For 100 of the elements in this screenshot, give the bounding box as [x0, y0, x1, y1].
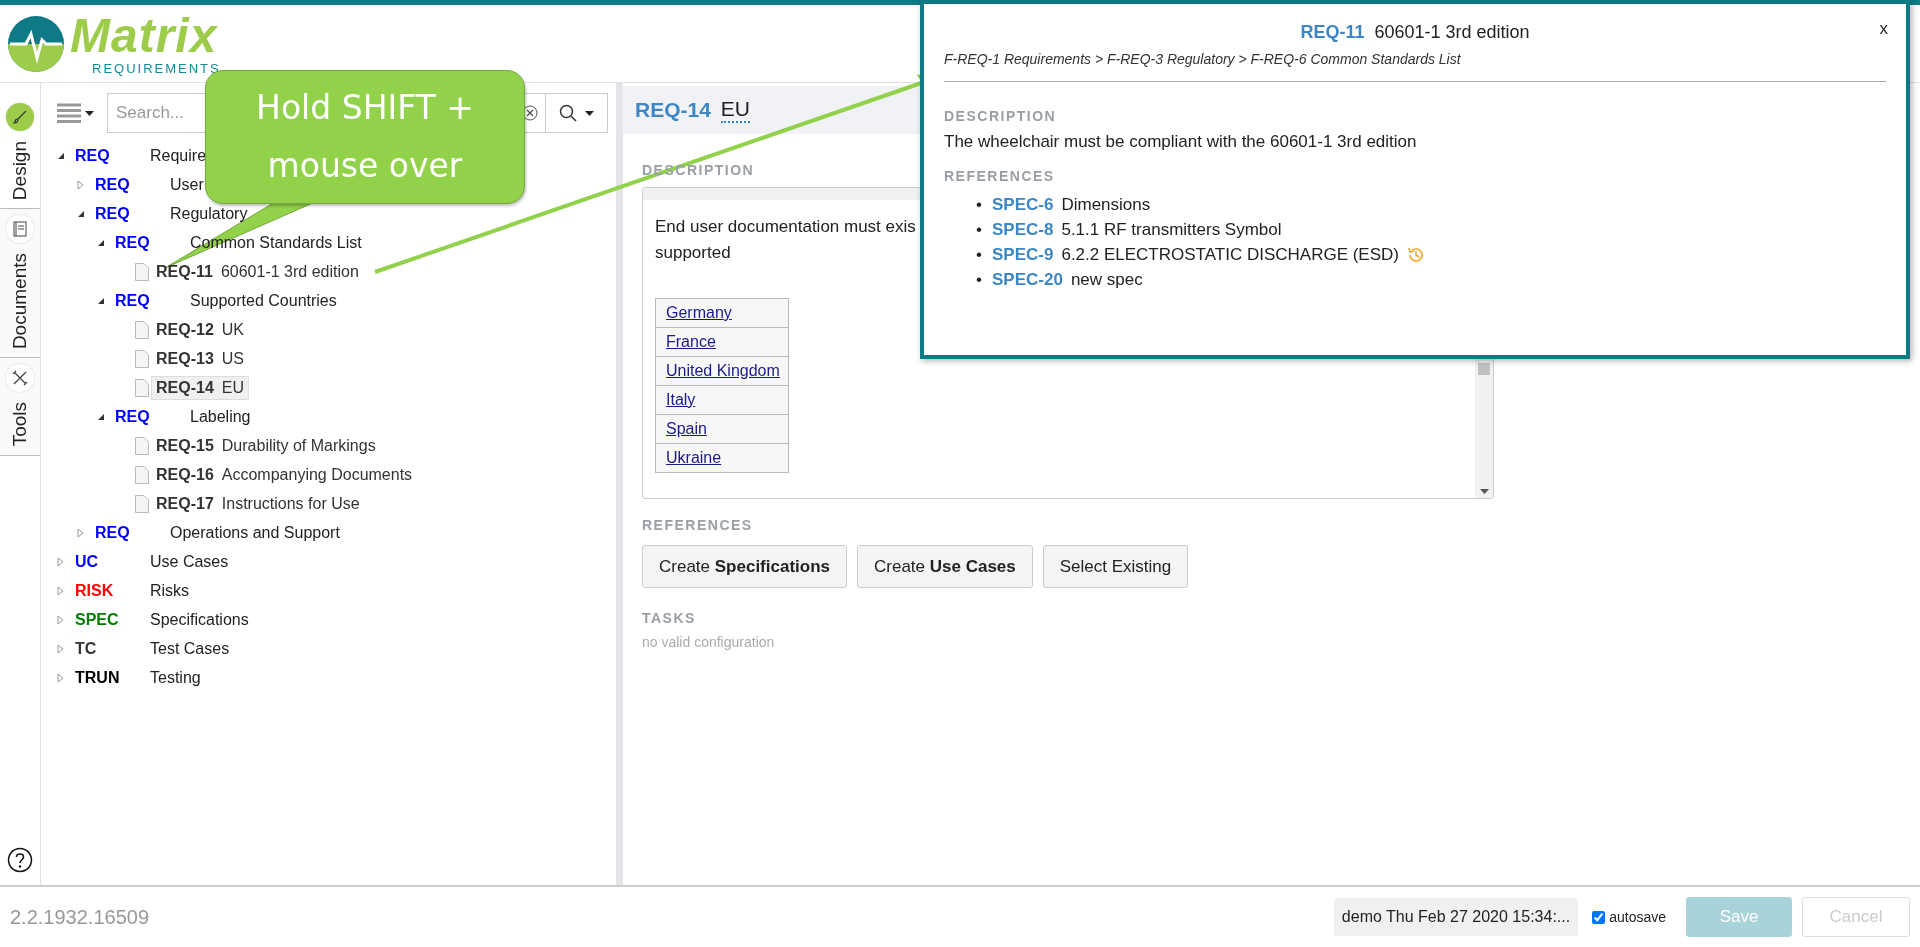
tree-folder-label[interactable]: Operations and Support: [170, 523, 340, 542]
category-code[interactable]: REQ: [95, 175, 157, 194]
bullet: •: [976, 194, 983, 216]
action-button[interactable]: Select Existing: [1042, 545, 1189, 588]
document-icon: [135, 436, 149, 455]
tree-folder-label[interactable]: User: [170, 175, 204, 194]
document-icon: [135, 320, 149, 339]
document-icon: [135, 378, 149, 397]
collapsed-arrow-icon[interactable]: [57, 643, 64, 654]
tree-folder-label[interactable]: Risks: [150, 581, 190, 600]
tree-folder-label[interactable]: Require: [150, 146, 207, 165]
document-icon: [135, 465, 149, 484]
collapsed-arrow-icon[interactable]: [57, 614, 64, 625]
brush-icon: [12, 109, 28, 125]
popup-title: 60601-1 3rd edition: [1374, 22, 1530, 43]
search-icon: [559, 104, 577, 122]
expanded-arrow-icon[interactable]: [57, 151, 65, 160]
bullet: •: [976, 269, 983, 291]
scroll-down-icon[interactable]: [1479, 489, 1489, 494]
tasks-text: no valid configuration: [642, 634, 776, 650]
bullet: •: [976, 219, 983, 241]
tree-folder-label[interactable]: Labeling: [190, 407, 251, 426]
logo-name: Matrix: [70, 12, 219, 60]
tree-item[interactable]: REQ-16 Accompanying Documents: [151, 462, 418, 487]
tree-item[interactable]: REQ-14 EU: [151, 375, 250, 400]
item-id: REQ-14: [635, 98, 711, 122]
tree-folder-label[interactable]: Test Cases: [150, 639, 230, 658]
action-button[interactable]: Create Specifications: [642, 545, 847, 588]
autosave-checkbox[interactable]: [1592, 910, 1606, 924]
category-code[interactable]: TC: [75, 639, 137, 658]
collapsed-arrow-icon[interactable]: [77, 527, 84, 538]
tree-folder-label[interactable]: Specifications: [150, 610, 249, 629]
category-code[interactable]: TRUN: [75, 668, 137, 687]
category-code[interactable]: RISK: [75, 581, 137, 600]
category-code[interactable]: REQ: [95, 523, 157, 542]
tree-item[interactable]: REQ-12 UK: [151, 317, 250, 342]
caret-icon: [585, 110, 594, 116]
item-title[interactable]: EU: [720, 97, 751, 123]
category-code[interactable]: REQ: [75, 146, 137, 165]
session-info: demo Thu Feb 27 2020 15:34:...: [1333, 898, 1579, 936]
help-icon[interactable]: [7, 847, 33, 873]
side-tab[interactable]: Tools: [0, 358, 40, 456]
section-label: REFERENCES: [944, 168, 1055, 184]
tree-item[interactable]: REQ-15 Durability of Markings: [151, 433, 381, 458]
logo-tagline: REQUIREMENTS: [92, 62, 221, 75]
section-label: DESCRIPTION: [944, 108, 1057, 124]
scrollbar-thumb[interactable]: [1478, 363, 1490, 375]
country-link[interactable]: Spain: [666, 420, 707, 437]
reference-title: 6.2.2 ELECTROSTATIC DISCHARGE (ESD): [1061, 244, 1399, 266]
side-tab[interactable]: Documents: [0, 209, 40, 359]
tools-icon: [12, 370, 28, 387]
reference-link[interactable]: SPEC-9: [992, 242, 1054, 267]
tree-item[interactable]: REQ-13 US: [151, 346, 250, 371]
category-code[interactable]: SPEC: [75, 610, 137, 629]
expanded-arrow-icon[interactable]: [97, 412, 105, 421]
bullet: •: [976, 244, 983, 266]
reference-link[interactable]: SPEC-6: [992, 192, 1054, 217]
collapsed-arrow-icon[interactable]: [57, 556, 64, 567]
expanded-arrow-icon[interactable]: [77, 209, 85, 218]
expanded-arrow-icon[interactable]: [97, 238, 105, 247]
reference-title: new spec: [1070, 269, 1143, 291]
breadcrumb: F-REQ-1 Requirements > F-REQ-3 Regulatory > F-REQ-6 Common Standards List: [944, 51, 1886, 82]
popup-description: The wheelchair must be compliant with the 60601-1 3rd edition: [944, 132, 1418, 152]
expanded-arrow-icon[interactable]: [97, 296, 105, 305]
caret-icon: [85, 110, 94, 116]
document-icon: [135, 262, 149, 281]
popup-item-id[interactable]: REQ-11: [1300, 22, 1365, 43]
tree-folder-label[interactable]: Regulatory: [170, 204, 248, 223]
menu-icon: [57, 103, 81, 123]
tree-folder-label[interactable]: Supported Countries: [190, 291, 337, 310]
category-code[interactable]: REQ: [115, 407, 177, 426]
logo-icon: [6, 13, 66, 74]
action-button[interactable]: Create Use Cases: [857, 545, 1033, 588]
version-text: 2.2.1932.16509: [10, 905, 151, 929]
reference-link[interactable]: SPEC-20: [992, 267, 1063, 292]
category-code[interactable]: REQ: [95, 204, 157, 223]
section-label: TASKS: [642, 610, 696, 626]
description-text: End user documentation must exis supported: [655, 216, 916, 264]
country-link[interactable]: Italy: [666, 391, 696, 408]
reference-title: Dimensions: [1061, 194, 1151, 216]
section-label: REFERENCES: [642, 517, 753, 533]
document-icon: [135, 349, 149, 368]
autosave-label: autosave: [1609, 909, 1666, 925]
collapsed-arrow-icon[interactable]: [77, 179, 84, 190]
document-icon: [135, 494, 149, 513]
tree-folder-label[interactable]: Use Cases: [150, 552, 229, 571]
collapsed-arrow-icon[interactable]: [57, 585, 64, 596]
tree-item[interactable]: REQ-17 Instructions for Use: [151, 491, 365, 516]
collapsed-arrow-icon[interactable]: [57, 672, 64, 683]
category-code[interactable]: REQ: [115, 233, 177, 252]
close-button[interactable]: x: [1873, 18, 1894, 40]
reference-link[interactable]: SPEC-8: [992, 217, 1054, 242]
book-icon: [13, 221, 27, 238]
search-button[interactable]: [546, 93, 608, 133]
category-code[interactable]: REQ: [115, 291, 177, 310]
reference-title: 5.1.1 RF transmitters Symbol: [1061, 219, 1282, 241]
category-code[interactable]: UC: [75, 552, 137, 571]
tree-folder-label[interactable]: Testing: [150, 668, 201, 687]
history-icon[interactable]: [1406, 245, 1425, 264]
tree-item[interactable]: REQ-11 60601-1 3rd edition: [151, 259, 364, 284]
